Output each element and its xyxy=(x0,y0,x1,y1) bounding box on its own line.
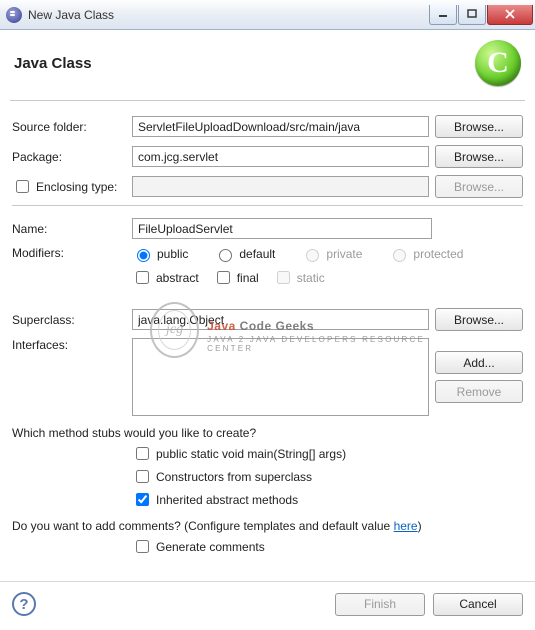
button-bar: ? Finish Cancel xyxy=(0,581,535,630)
enclosing-type-browse-button: Browse... xyxy=(435,175,523,198)
class-banner-icon: C xyxy=(475,40,521,86)
stubs-question: Which method stubs would you like to cre… xyxy=(12,426,523,440)
package-label: Package: xyxy=(12,150,132,164)
superclass-input[interactable] xyxy=(132,309,429,330)
form-area: Source folder: Browse... Package: Browse… xyxy=(0,101,535,562)
source-folder-browse-button[interactable]: Browse... xyxy=(435,115,523,138)
stub-main-checkbox[interactable]: public static void main(String[] args) xyxy=(132,444,523,463)
eclipse-icon xyxy=(6,7,22,23)
cancel-button[interactable]: Cancel xyxy=(433,593,523,616)
superclass-label: Superclass: xyxy=(12,313,132,327)
name-label: Name: xyxy=(12,222,132,236)
wizard-heading: Java Class xyxy=(14,55,92,72)
comments-question: Do you want to add comments? (Configure … xyxy=(12,519,523,533)
name-input[interactable] xyxy=(132,218,432,239)
modifier-public-radio[interactable]: public xyxy=(132,246,188,262)
superclass-browse-button[interactable]: Browse... xyxy=(435,308,523,331)
source-folder-label: Source folder: xyxy=(12,120,132,134)
modifiers-label: Modifiers: xyxy=(12,246,132,260)
finish-button: Finish xyxy=(335,593,425,616)
close-button[interactable] xyxy=(487,5,533,25)
generate-comments-checkbox[interactable]: Generate comments xyxy=(132,537,523,556)
enclosing-type-checkbox[interactable]: Enclosing type: xyxy=(12,177,117,196)
window-title: New Java Class xyxy=(28,8,428,22)
wizard-banner: Java Class C xyxy=(0,30,535,100)
package-browse-button[interactable]: Browse... xyxy=(435,145,523,168)
source-folder-input[interactable] xyxy=(132,116,429,137)
modifier-protected-radio: protected xyxy=(388,246,463,262)
stub-inherited-checkbox[interactable]: Inherited abstract methods xyxy=(132,490,523,509)
minimize-button[interactable] xyxy=(429,5,457,25)
maximize-button[interactable] xyxy=(458,5,486,25)
enclosing-type-label: Enclosing type: xyxy=(36,180,117,194)
help-button[interactable]: ? xyxy=(12,592,36,616)
interfaces-add-button[interactable]: Add... xyxy=(435,351,523,374)
divider xyxy=(12,205,523,206)
modifier-default-radio[interactable]: default xyxy=(214,246,275,262)
interfaces-remove-button: Remove xyxy=(435,380,523,403)
modifier-private-radio: private xyxy=(301,246,362,262)
modifier-final-checkbox[interactable]: final xyxy=(213,268,259,287)
interfaces-listbox[interactable] xyxy=(132,338,429,416)
stub-constructors-checkbox[interactable]: Constructors from superclass xyxy=(132,467,523,486)
package-input[interactable] xyxy=(132,146,429,167)
modifier-static-checkbox: static xyxy=(273,268,325,287)
enclosing-type-input xyxy=(132,176,429,197)
title-bar: New Java Class xyxy=(0,0,535,30)
interfaces-label: Interfaces: xyxy=(12,338,132,352)
configure-templates-link[interactable]: here xyxy=(394,519,418,533)
modifier-abstract-checkbox[interactable]: abstract xyxy=(132,268,199,287)
